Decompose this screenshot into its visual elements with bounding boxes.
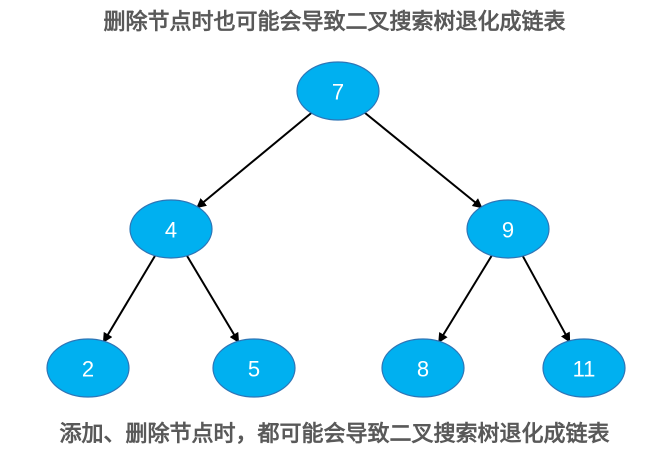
tree-node-4: 4 xyxy=(129,199,213,259)
node-label: 2 xyxy=(82,357,94,382)
tree-node-11: 11 xyxy=(542,338,626,398)
edge-arrow-n4-n2 xyxy=(102,255,156,344)
node-label: 5 xyxy=(248,357,260,382)
edge-arrow-n4-n5 xyxy=(186,255,240,344)
node-label: 11 xyxy=(573,357,596,382)
node-label: 4 xyxy=(165,218,177,243)
bottom-caption: 添加、删除节点时，都可能会导致二叉搜索树退化成链表 xyxy=(59,422,610,447)
edge-arrow-n7-n9 xyxy=(364,112,483,209)
edge-arrow-n9-n8 xyxy=(438,255,493,344)
tree-node-2: 2 xyxy=(46,338,130,398)
binary-search-tree-diagram: 7 4 9 2 5 8 11 xyxy=(46,61,626,398)
nodes-layer: 7 4 9 2 5 8 11 xyxy=(46,61,626,398)
edge-arrow-n7-n4 xyxy=(196,112,312,209)
tree-node-5: 5 xyxy=(212,338,296,398)
tree-node-7: 7 xyxy=(296,61,380,121)
tree-node-8: 8 xyxy=(381,338,465,398)
node-label: 9 xyxy=(502,218,514,243)
node-label: 8 xyxy=(417,357,429,382)
edge-arrow-n9-n11 xyxy=(521,255,571,343)
node-label: 7 xyxy=(332,80,344,105)
tree-node-9: 9 xyxy=(466,199,550,259)
